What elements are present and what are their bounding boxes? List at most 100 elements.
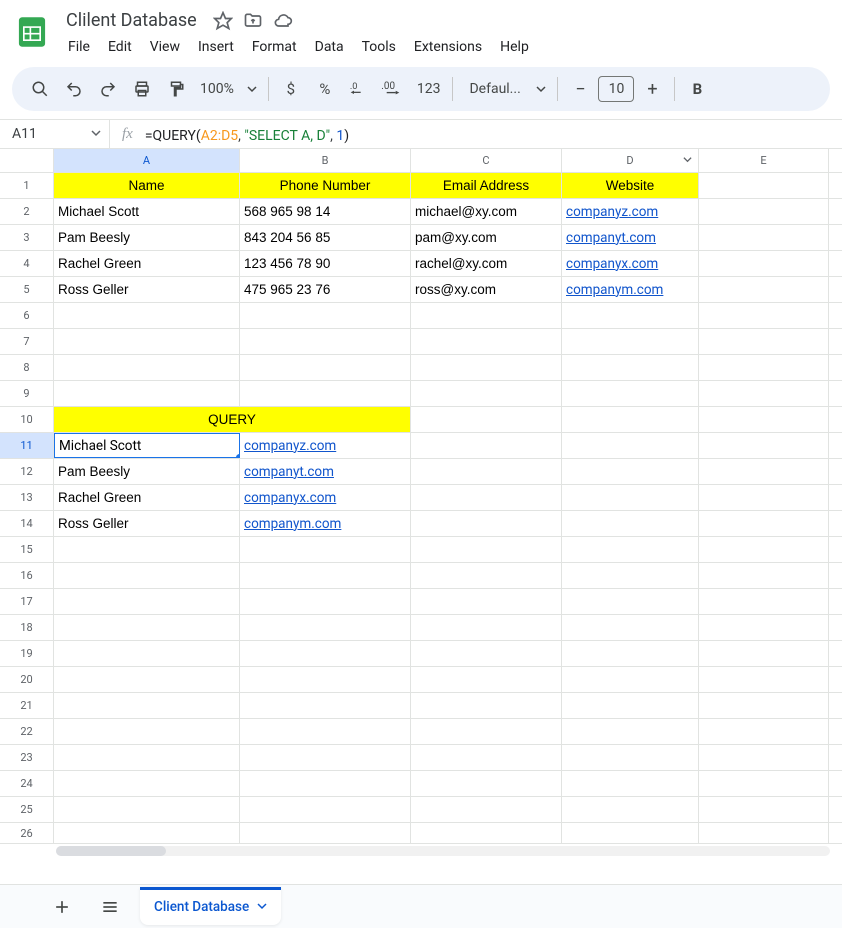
cell[interactable] <box>54 745 240 770</box>
row-header[interactable]: 8 <box>0 355 54 380</box>
cell[interactable] <box>411 693 562 718</box>
cell[interactable] <box>54 355 240 380</box>
cell[interactable] <box>699 407 829 432</box>
cell[interactable] <box>54 771 240 796</box>
menu-insert[interactable]: Insert <box>190 35 242 59</box>
cell[interactable] <box>699 381 829 406</box>
cloud-icon[interactable] <box>273 11 293 31</box>
cell[interactable] <box>54 823 240 843</box>
cell[interactable] <box>699 823 829 843</box>
cell[interactable] <box>699 277 829 302</box>
cell[interactable] <box>54 615 240 640</box>
cell[interactable] <box>240 329 411 354</box>
cell-selected[interactable]: Michael Scott <box>54 433 240 458</box>
font-size-input[interactable]: 10 <box>598 76 634 102</box>
cell[interactable] <box>699 771 829 796</box>
cell[interactable] <box>699 693 829 718</box>
link[interactable]: companyx.com <box>566 256 658 272</box>
cell[interactable] <box>562 771 699 796</box>
column-header-d[interactable]: D <box>562 149 699 172</box>
menu-edit[interactable]: Edit <box>100 35 140 59</box>
cell[interactable] <box>411 667 562 692</box>
currency-button[interactable]: $ <box>275 73 307 105</box>
cell[interactable] <box>699 563 829 588</box>
menu-view[interactable]: View <box>142 35 188 59</box>
cell[interactable] <box>411 615 562 640</box>
decrease-decimal-icon[interactable]: .0 <box>343 73 375 105</box>
font-size-increase[interactable]: + <box>636 73 668 105</box>
cell[interactable] <box>699 485 829 510</box>
cell[interactable] <box>699 719 829 744</box>
cell[interactable] <box>54 797 240 822</box>
link[interactable]: companyx.com <box>244 490 336 506</box>
cell[interactable] <box>411 771 562 796</box>
cell[interactable]: companyt.com <box>240 459 411 484</box>
row-header[interactable]: 24 <box>0 771 54 796</box>
cell[interactable] <box>411 563 562 588</box>
cell[interactable] <box>562 459 699 484</box>
row-header[interactable]: 15 <box>0 537 54 562</box>
row-header[interactable]: 5 <box>0 277 54 302</box>
fill-handle[interactable] <box>236 454 240 458</box>
search-icon[interactable] <box>24 73 56 105</box>
cell[interactable] <box>699 225 829 250</box>
cell[interactable] <box>562 797 699 822</box>
cell[interactable] <box>699 641 829 666</box>
paint-format-icon[interactable] <box>160 73 192 105</box>
cell[interactable] <box>699 355 829 380</box>
link[interactable]: companyz.com <box>244 438 336 454</box>
font-size-decrease[interactable]: − <box>564 73 596 105</box>
sheets-logo[interactable] <box>12 12 52 52</box>
cell[interactable]: companyx.com <box>240 485 411 510</box>
chevron-down-icon[interactable] <box>531 73 551 105</box>
cell[interactable] <box>54 693 240 718</box>
cell[interactable] <box>699 589 829 614</box>
menu-extensions[interactable]: Extensions <box>406 35 490 59</box>
cell[interactable] <box>699 433 829 458</box>
cell[interactable] <box>562 381 699 406</box>
cell[interactable] <box>411 511 562 536</box>
cell[interactable] <box>562 433 699 458</box>
print-icon[interactable] <box>126 73 158 105</box>
row-header[interactable]: 2 <box>0 199 54 224</box>
column-header-b[interactable]: B <box>240 149 411 172</box>
row-header[interactable]: 12 <box>0 459 54 484</box>
chevron-down-icon[interactable] <box>242 73 262 105</box>
zoom-select[interactable]: 100% <box>194 81 240 97</box>
menu-file[interactable]: File <box>60 35 98 59</box>
cell[interactable] <box>240 303 411 328</box>
cell[interactable]: companyz.com <box>562 199 699 224</box>
row-header[interactable]: 3 <box>0 225 54 250</box>
cell[interactable] <box>562 563 699 588</box>
cell[interactable] <box>699 667 829 692</box>
cell[interactable]: Michael Scott <box>54 199 240 224</box>
cell[interactable] <box>54 641 240 666</box>
add-sheet-button[interactable] <box>44 889 80 925</box>
chevron-down-icon[interactable] <box>683 154 692 167</box>
row-header[interactable]: 4 <box>0 251 54 276</box>
row-header[interactable]: 11 <box>0 433 54 458</box>
cell[interactable] <box>411 641 562 666</box>
cell[interactable] <box>240 797 411 822</box>
cell[interactable]: companyz.com <box>240 433 411 458</box>
cell[interactable] <box>54 537 240 562</box>
link[interactable]: companyz.com <box>566 204 658 220</box>
cell[interactable]: Pam Beesly <box>54 225 240 250</box>
cell-merged[interactable]: QUERY <box>54 407 411 432</box>
row-header[interactable]: 16 <box>0 563 54 588</box>
cell[interactable] <box>699 511 829 536</box>
cell[interactable] <box>411 745 562 770</box>
cell[interactable]: 475 965 23 76 <box>240 277 411 302</box>
cell[interactable] <box>562 693 699 718</box>
cell[interactable] <box>411 303 562 328</box>
cell[interactable] <box>411 407 562 432</box>
cell[interactable] <box>240 771 411 796</box>
cell[interactable] <box>240 641 411 666</box>
cell[interactable] <box>411 537 562 562</box>
doc-title[interactable]: Clilent Database <box>60 8 203 33</box>
cell[interactable] <box>54 329 240 354</box>
row-header[interactable]: 26 <box>0 823 54 843</box>
cell[interactable]: Ross Geller <box>54 511 240 536</box>
column-header-c[interactable]: C <box>411 149 562 172</box>
cell[interactable]: companym.com <box>562 277 699 302</box>
